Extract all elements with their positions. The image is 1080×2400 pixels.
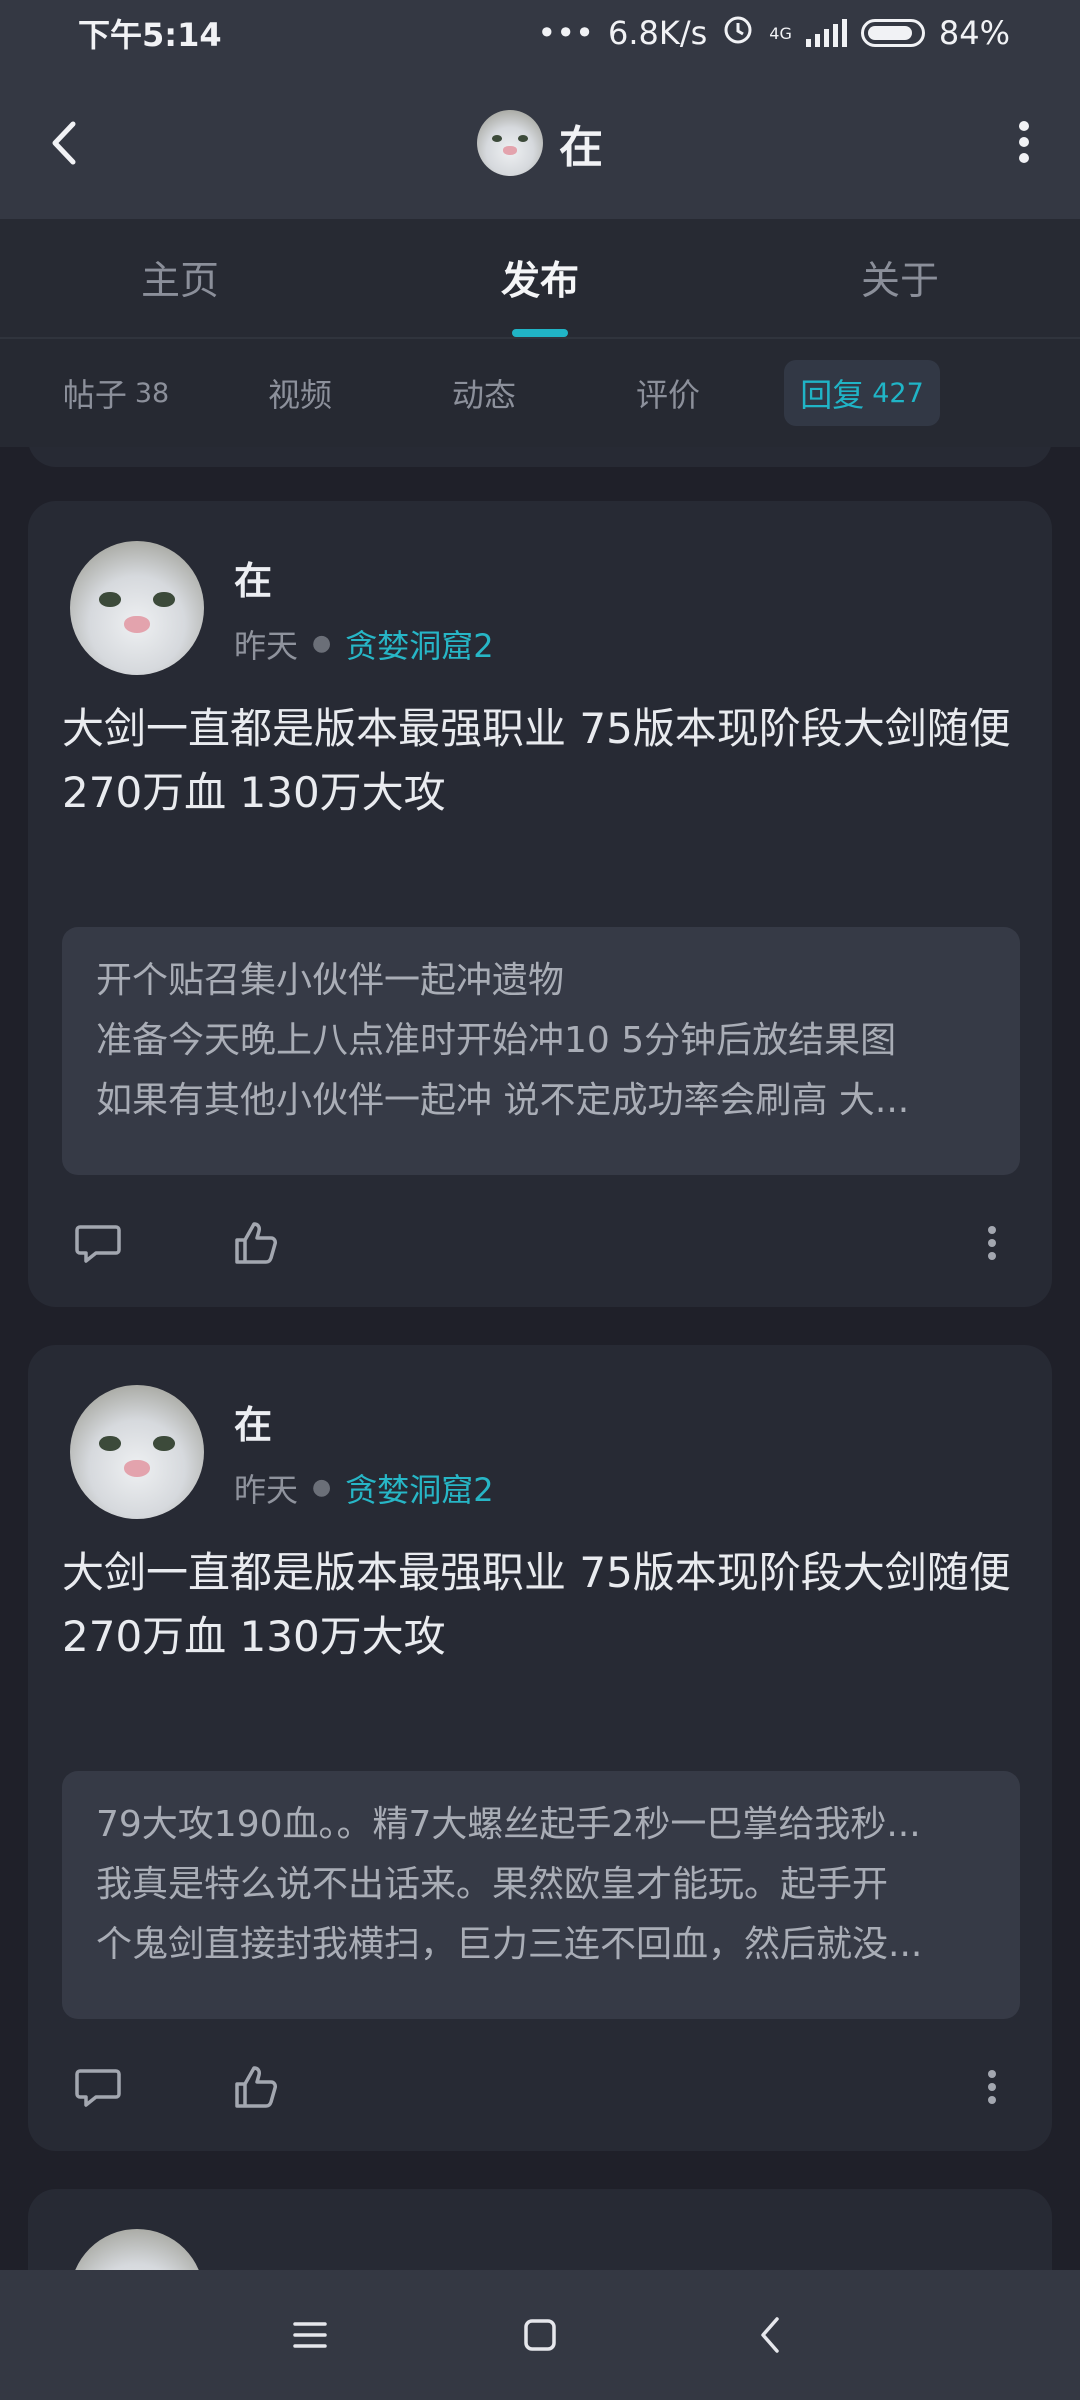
card-header: 在 昨天 ● 贪婪洞窟2	[70, 1385, 494, 1519]
avatar[interactable]	[70, 541, 204, 675]
separator-dot: ●	[312, 1475, 332, 1500]
previous-card-edge	[28, 447, 1052, 467]
avatar[interactable]	[70, 2229, 204, 2270]
nav-home-button[interactable]	[512, 2307, 568, 2363]
post-more-button[interactable]	[962, 2057, 1022, 2117]
network-type: 4G	[769, 23, 792, 43]
post-meta: 昨天 ● 贪婪洞窟2	[234, 1465, 494, 1511]
subtab-label: 帖子	[62, 376, 127, 414]
alarm-icon	[721, 12, 755, 54]
quoted-line: 我真是特么说不出话来。果然欧皇才能玩。起手开	[96, 1864, 889, 1905]
comment-button[interactable]	[68, 2057, 128, 2117]
subtab-reviews[interactable]: 评价	[576, 360, 760, 426]
thumbs-up-icon	[235, 2066, 277, 2108]
author-meta: 在 昨天 ● 贪婪洞窟2	[234, 550, 494, 667]
title-bar: 在	[0, 66, 1080, 219]
sub-tabs: 帖子 38 视频 动态 评价 回复 427	[0, 339, 1080, 447]
tab-home[interactable]: 主页	[0, 219, 360, 337]
back-button[interactable]	[38, 116, 92, 170]
menu-icon	[293, 2322, 327, 2348]
quoted-title: 79大攻190血。。精7大螺丝起手2秒一巴掌给我秒...	[96, 1804, 921, 1845]
chevron-left-icon	[761, 2317, 779, 2353]
network-speed: 6.8K/s	[607, 14, 708, 52]
quoted-title: 开个贴召集小伙伴一起冲遗物	[96, 960, 565, 1001]
avatar[interactable]	[477, 109, 543, 176]
comment-icon	[75, 1225, 121, 1263]
reply-text[interactable]: 大剑一直都是版本最强职业 75版本现阶段大剑随便270万血 130万大攻	[62, 1541, 1022, 1669]
reply-text[interactable]: 大剑一直都是版本最强职业 75版本现阶段大剑随便270万血 130万大攻	[62, 697, 1022, 825]
battery-icon	[860, 19, 925, 47]
subtab-videos[interactable]: 视频	[208, 360, 392, 426]
more-vertical-icon	[988, 1226, 996, 1260]
post-more-button[interactable]	[962, 1213, 1022, 1273]
thumbs-up-icon	[235, 1222, 277, 1264]
comment-button[interactable]	[68, 1213, 128, 1273]
status-bar: 下午5:14 ••• 6.8K/s 4G 84%	[0, 0, 1080, 66]
card-header: 在	[70, 2229, 272, 2270]
reply-card[interactable]: 在 昨天 ● 贪婪洞窟2 大剑一直都是版本最强职业 75版本现阶段大剑随便270…	[28, 501, 1052, 1307]
more-vertical-icon	[988, 2070, 996, 2104]
quoted-line: 准备今天晚上八点准时开始冲10 5分钟后放结果图	[96, 1020, 897, 1061]
avatar[interactable]	[70, 1385, 204, 1519]
author-name[interactable]: 在	[234, 1394, 494, 1449]
game-tag[interactable]: 贪婪洞窟2	[345, 1465, 493, 1511]
like-button[interactable]	[226, 1213, 286, 1273]
subtab-count: 38	[134, 377, 170, 409]
post-time: 昨天	[234, 626, 299, 665]
post-time: 昨天	[234, 1470, 299, 1509]
more-button[interactable]	[994, 112, 1054, 172]
post-meta: 昨天 ● 贪婪洞窟2	[234, 621, 494, 667]
subtab-moments[interactable]: 动态	[392, 360, 576, 426]
quoted-line: 个鬼剑直接封我横扫，巨力三连不回血，然后就没...	[96, 1924, 923, 1965]
game-tag[interactable]: 贪婪洞窟2	[345, 621, 493, 667]
main-tabs: 主页 发布 关于	[0, 219, 1080, 339]
card-header: 在 昨天 ● 贪婪洞窟2	[70, 541, 494, 675]
author-meta: 在 昨天 ● 贪婪洞窟2	[234, 1394, 494, 1511]
tab-publish[interactable]: 发布	[360, 219, 720, 337]
like-button[interactable]	[226, 2057, 286, 2117]
subtab-label: 回复	[800, 376, 865, 414]
tab-about[interactable]: 关于	[720, 219, 1080, 337]
author-meta: 在	[234, 2261, 272, 2271]
nav-back-button[interactable]	[742, 2307, 798, 2363]
comment-icon	[75, 2069, 121, 2107]
author-name[interactable]: 在	[234, 550, 494, 605]
status-icons: ••• 6.8K/s 4G 84%	[537, 12, 1010, 54]
subtab-replies[interactable]: 回复 427	[784, 360, 940, 426]
chevron-left-icon	[52, 121, 76, 165]
nav-menu-button[interactable]	[282, 2307, 338, 2363]
card-actions	[68, 1213, 1022, 1273]
status-time: 下午5:14	[78, 16, 222, 54]
subtab-count: 427	[872, 377, 924, 409]
quoted-line: 如果有其他小伙伴一起冲 说不定成功率会刷高 大...	[96, 1080, 910, 1121]
reply-card[interactable]: 在	[28, 2189, 1052, 2270]
reply-feed[interactable]: 在 昨天 ● 贪婪洞窟2 大剑一直都是版本最强职业 75版本现阶段大剑随便270…	[0, 447, 1080, 2270]
reply-card[interactable]: 在 昨天 ● 贪婪洞窟2 大剑一直都是版本最强职业 75版本现阶段大剑随便270…	[28, 1345, 1052, 2151]
more-vertical-icon	[1019, 121, 1029, 163]
system-nav-bar	[0, 2270, 1080, 2400]
square-icon	[524, 2319, 556, 2351]
quoted-post[interactable]: 开个贴召集小伙伴一起冲遗物 准备今天晚上八点准时开始冲10 5分钟后放结果图 如…	[62, 927, 1020, 1175]
separator-dot: ●	[312, 631, 332, 656]
author-name[interactable]: 在	[234, 2261, 272, 2271]
card-actions	[68, 2057, 1022, 2117]
quoted-post[interactable]: 79大攻190血。。精7大螺丝起手2秒一巴掌给我秒... 我真是特么说不出话来。…	[62, 1771, 1020, 2019]
status-dots-icon: •••	[537, 14, 594, 52]
signal-icon	[805, 19, 847, 47]
subtab-posts[interactable]: 帖子 38	[24, 360, 208, 426]
battery-level: 84%	[938, 14, 1010, 52]
page-title: 在	[559, 121, 603, 173]
